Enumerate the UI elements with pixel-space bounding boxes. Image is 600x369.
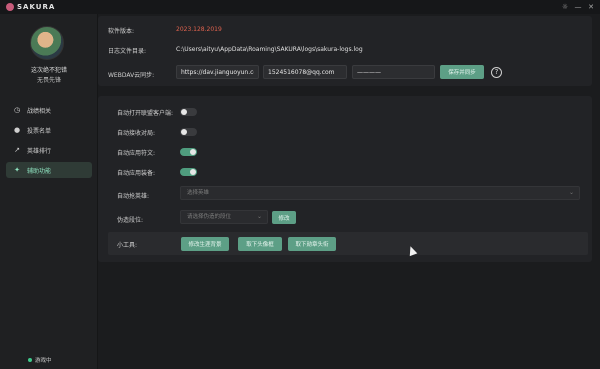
auto-apply-items-label: 自动应用装备:	[117, 170, 156, 177]
sakura-logo-icon	[6, 3, 14, 11]
tools-row	[108, 232, 588, 255]
sidebar-item-match-history[interactable]: ◷ 战绩相关	[6, 102, 92, 118]
tool-icon: ✦	[14, 166, 20, 174]
minimize-button[interactable]: —	[573, 2, 583, 12]
tier-select-placeholder: 请选择伪造的段位	[187, 214, 232, 220]
toggle-knob	[181, 109, 187, 115]
auto-accept-match-label: 自动接收对局:	[117, 130, 156, 137]
sidebar-item-label: 英雄排行	[27, 147, 52, 155]
status-dot-icon	[28, 358, 32, 362]
save-sync-button[interactable]: 保存并同步	[440, 65, 484, 79]
remove-medal-title-button[interactable]: 取下勋章头衔	[288, 237, 336, 251]
user-name: 这次绝不犯错	[30, 67, 67, 74]
webdav-user-input[interactable]	[263, 65, 347, 79]
tools-label: 小工具:	[117, 242, 138, 249]
remove-avatar-frame-button[interactable]: 取下头像框	[238, 237, 282, 251]
title-bar: SAKURA ☼ — ✕	[0, 0, 600, 14]
close-button[interactable]: ✕	[586, 2, 596, 12]
hero-select[interactable]: 选择英雄 ⌄	[180, 186, 580, 200]
person-icon: ●	[13, 126, 21, 134]
user-title: 无畏先锋	[36, 77, 61, 84]
sidebar-item-assist[interactable]: ✦ 辅助功能	[6, 162, 92, 178]
webdav-password-input[interactable]	[352, 65, 435, 79]
auto-apply-items-toggle[interactable]	[180, 168, 197, 176]
webdav-url-input[interactable]	[176, 65, 259, 79]
help-icon[interactable]: ?	[491, 67, 502, 78]
version-value: 2023.128.2019	[176, 26, 222, 33]
toggle-knob	[190, 169, 196, 175]
sidebar-item-label: 投票名单	[27, 127, 52, 135]
theme-toggle-icon[interactable]: ☼	[560, 2, 570, 12]
trend-icon: ↗	[14, 146, 20, 154]
auto-open-client-toggle[interactable]	[180, 108, 197, 116]
auto-apply-runes-label: 自动应用符文:	[117, 150, 156, 157]
modify-tier-button[interactable]: 修改	[272, 211, 296, 224]
auto-open-client-label: 自动打开联盟客户端:	[117, 110, 174, 117]
sidebar-item-label: 辅助功能	[27, 167, 52, 175]
hero-select-placeholder: 选择英雄	[187, 190, 210, 196]
auto-apply-runes-toggle[interactable]	[180, 148, 197, 156]
avatar[interactable]	[30, 26, 64, 60]
log-dir-value: C:\Users\aityu\AppData\Roaming\SAKURA\lo…	[176, 46, 363, 53]
version-label: 软件版本:	[108, 28, 135, 35]
webdav-label: WEBDAV云同步:	[108, 72, 155, 79]
game-status: 游戏中	[28, 356, 52, 364]
toggle-knob	[181, 129, 187, 135]
toggle-knob	[190, 149, 196, 155]
sidebar: 这次绝不犯错 无畏先锋 ◷ 战绩相关 ● 投票名单 ↗ 英雄排行 ✦ 辅助功能 …	[0, 14, 98, 369]
chevron-down-icon: ⌄	[568, 189, 574, 196]
tier-select[interactable]: 请选择伪造的段位 ⌄	[180, 210, 268, 224]
app-title: SAKURA	[17, 3, 56, 11]
log-dir-label: 日志文件目录:	[108, 48, 147, 55]
status-text: 游戏中	[35, 358, 52, 364]
fake-tier-label: 伪造段位:	[117, 217, 144, 224]
clock-icon: ◷	[13, 106, 21, 114]
chevron-down-icon: ⌄	[256, 213, 262, 220]
sidebar-item-vote-list[interactable]: ● 投票名单	[6, 122, 92, 138]
change-profile-background-button[interactable]: 修改生涯背景	[181, 237, 229, 251]
sidebar-item-label: 战绩相关	[27, 107, 52, 115]
auto-accept-match-toggle[interactable]	[180, 128, 197, 136]
sidebar-item-hero-ranking[interactable]: ↗ 英雄排行	[6, 142, 92, 158]
auto-pick-hero-label: 自动抢英雄:	[117, 193, 150, 200]
app-logo: SAKURA	[6, 3, 55, 11]
